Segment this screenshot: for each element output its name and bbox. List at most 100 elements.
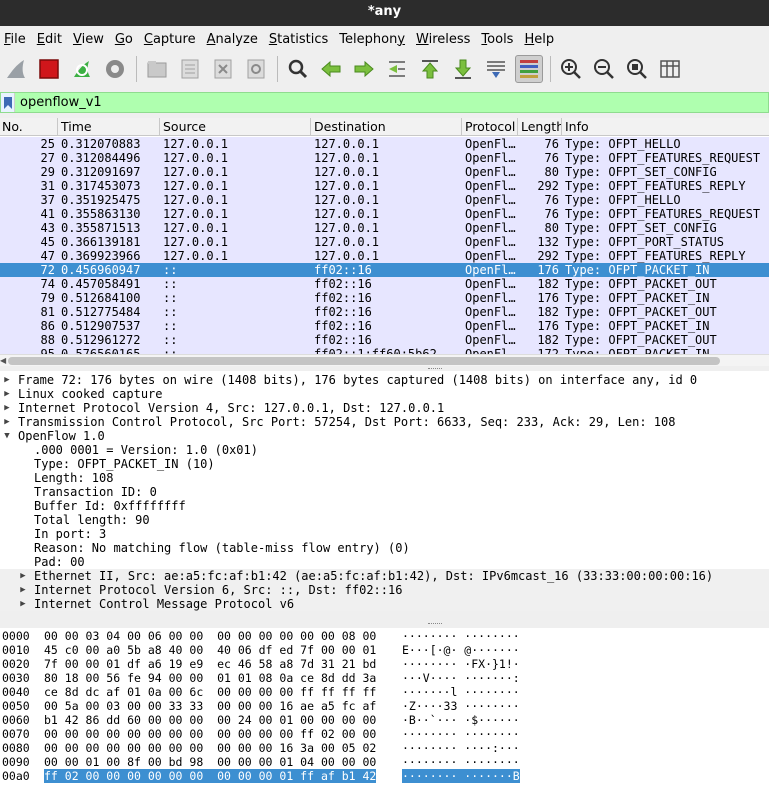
column-header-time[interactable]: Time — [58, 118, 160, 136]
menu-item[interactable]: Help — [520, 32, 558, 47]
save-file-button[interactable] — [176, 55, 204, 83]
hex-ascii[interactable]: ········ ·FX·}1!· — [402, 657, 520, 671]
detail-tree-item[interactable]: ▶ Frame 72: 176 bytes on wire (1408 bits)… — [0, 373, 769, 387]
menu-item[interactable]: View — [69, 32, 108, 47]
stop-capture-button[interactable] — [35, 55, 63, 83]
hscrollbar-thumb[interactable] — [8, 357, 720, 365]
column-header-info[interactable]: Info — [562, 118, 769, 136]
hex-row[interactable]: 0090 00 00 01 00 8f 00 bd 98 00 00 00 01 … — [0, 755, 769, 769]
packet-row[interactable]: 72 0.456960947:: ff02::16 OpenFl… 176 Type: O… — [0, 263, 769, 277]
detail-tree-item[interactable]: ▶ Linux cooked capture — [0, 387, 769, 401]
hex-row[interactable]: 0030 80 18 00 56 fe 94 00 00 01 01 08 0a … — [0, 671, 769, 685]
collapsed-arrow-icon[interactable]: ▶ — [18, 569, 28, 583]
detail-tree-item[interactable]: In port: 3 — [0, 527, 769, 541]
restart-capture-button[interactable] — [68, 55, 96, 83]
detail-tree-item[interactable]: Reason: No matching flow (table-miss flo… — [0, 541, 769, 555]
detail-tree-item[interactable]: Pad: 00 — [0, 555, 769, 569]
hex-row[interactable]: 0040 ce 8d dc af 01 0a 00 6c 00 00 00 00 … — [0, 685, 769, 699]
hex-ascii[interactable]: ·Z····33 ········ — [402, 699, 520, 713]
detail-tree-item[interactable]: Length: 108 — [0, 471, 769, 485]
display-filter-input[interactable] — [15, 95, 715, 110]
start-capture-button[interactable] — [2, 55, 30, 83]
hex-ascii[interactable]: ·······l ········ — [402, 685, 520, 699]
packet-row[interactable]: 41 0.355863130 127.0.0.1 127.0.0.1 OpenFl… 76… — [0, 207, 769, 221]
column-header-source[interactable]: Source — [160, 118, 311, 136]
packet-row[interactable]: 43 0.355871513 127.0.0.1 127.0.0.1 OpenFl… 80… — [0, 221, 769, 235]
pane-splitter[interactable] — [0, 621, 769, 626]
go-forward-button[interactable] — [350, 55, 378, 83]
packet-row[interactable]: 74 0.457058491:: ff02::16 OpenFl… 182 Type: O… — [0, 277, 769, 291]
zoom-out-button[interactable] — [590, 55, 618, 83]
column-header-length[interactable]: Length — [518, 118, 562, 136]
hex-ascii[interactable]: ········ ····:··· — [402, 741, 520, 755]
open-file-button[interactable] — [143, 55, 171, 83]
menu-item[interactable]: Capture — [140, 32, 200, 47]
detail-tree-item[interactable]: Total length: 90 — [0, 513, 769, 527]
menu-item[interactable]: File — [0, 32, 30, 47]
packet-row[interactable]: 86 0.512907537:: ff02::16 OpenFl… 176 Type: O… — [0, 319, 769, 333]
detail-tree-item[interactable]: ▶ Internet Protocol Version 6, Src: ::, D… — [0, 583, 769, 597]
packet-row[interactable]: 45 0.366139181 127.0.0.1 127.0.0.1 OpenFl… 13… — [0, 235, 769, 249]
menu-item[interactable]: Tools — [477, 32, 517, 47]
hex-bytes[interactable]: 45 c0 00 a0 5b a8 40 00 40 06 df ed 7f 0… — [44, 643, 384, 657]
scroll-left-icon[interactable]: ◀ — [0, 355, 8, 366]
capture-options-button[interactable] — [101, 55, 129, 83]
packet-row[interactable]: 81 0.512775484:: ff02::16 OpenFl… 182 Type: O… — [0, 305, 769, 319]
hex-bytes[interactable]: 00 00 03 04 00 06 00 00 00 00 00 00 00 0… — [44, 629, 384, 643]
column-header-no[interactable]: No. — [0, 118, 58, 136]
detail-tree-item[interactable]: ▶ Internet Protocol Version 4, Src: 127.0… — [0, 401, 769, 415]
resize-columns-button[interactable] — [656, 55, 684, 83]
menu-item[interactable]: Go — [111, 32, 137, 47]
detail-tree-item[interactable]: ▶ Internet Control Message Protocol v6 — [0, 597, 769, 611]
menu-item[interactable]: Wireless — [412, 32, 474, 47]
hex-bytes[interactable]: 00 00 01 00 8f 00 bd 98 00 00 00 01 04 0… — [44, 755, 384, 769]
zoom-in-button[interactable] — [557, 55, 585, 83]
packet-row[interactable]: 37 0.351925475 127.0.0.1 127.0.0.1 OpenFl… 76… — [0, 193, 769, 207]
filter-bookmark-button[interactable] — [1, 93, 15, 112]
menu-item[interactable]: Statistics — [265, 32, 332, 47]
close-file-button[interactable] — [209, 55, 237, 83]
hex-bytes[interactable]: 7f 00 00 01 df a6 19 e9 ec 46 58 a8 7d 3… — [44, 657, 384, 671]
find-packet-button[interactable] — [284, 55, 312, 83]
hex-bytes[interactable]: 80 18 00 56 fe 94 00 00 01 01 08 0a ce 8… — [44, 671, 384, 685]
packet-row[interactable]: 31 0.317453073 127.0.0.1 127.0.0.1 OpenFl… 29… — [0, 179, 769, 193]
menu-item[interactable]: Telephony — [335, 32, 409, 47]
detail-tree-item[interactable]: ▼ OpenFlow 1.0 — [0, 429, 769, 443]
packet-row[interactable]: 27 0.312084496 127.0.0.1 127.0.0.1 OpenFl… 76… — [0, 151, 769, 165]
autoscroll-button[interactable] — [482, 55, 510, 83]
collapsed-arrow-icon[interactable]: ▶ — [2, 401, 12, 415]
packet-list-hscrollbar[interactable]: ◀ — [0, 354, 769, 366]
hex-bytes[interactable]: 00 00 00 00 00 00 00 00 00 00 00 16 3a 0… — [44, 741, 384, 755]
hex-bytes[interactable]: 00 5a 00 03 00 00 33 33 00 00 00 16 ae a… — [44, 699, 384, 713]
hex-bytes[interactable]: ff 02 00 00 00 00 00 00 00 00 00 01 ff a… — [44, 769, 377, 783]
last-packet-button[interactable] — [449, 55, 477, 83]
hex-row[interactable]: 0050 00 5a 00 03 00 00 33 33 00 00 00 16 … — [0, 699, 769, 713]
collapsed-arrow-icon[interactable]: ▶ — [18, 597, 28, 611]
collapsed-arrow-icon[interactable]: ▶ — [2, 387, 12, 401]
first-packet-button[interactable] — [416, 55, 444, 83]
hex-bytes[interactable]: ce 8d dc af 01 0a 00 6c 00 00 00 00 ff f… — [44, 685, 384, 699]
detail-tree-item[interactable]: ▶ Ethernet II, Src: ae:a5:fc:af:b1:42 (ae… — [0, 569, 769, 583]
hex-row[interactable]: 0080 00 00 00 00 00 00 00 00 00 00 00 16 … — [0, 741, 769, 755]
detail-tree-item[interactable]: Type: OFPT_PACKET_IN (10) — [0, 457, 769, 471]
packet-row[interactable]: 29 0.312091697 127.0.0.1 127.0.0.1 OpenFl… 80… — [0, 165, 769, 179]
go-back-button[interactable] — [317, 55, 345, 83]
hex-ascii[interactable]: ···V···· ·······: — [402, 671, 520, 685]
packet-details[interactable]: ▶ Frame 72: 176 bytes on wire (1408 bits)… — [0, 371, 769, 611]
hex-row[interactable]: 0020 7f 00 00 01 df a6 19 e9 ec 46 58 a8 … — [0, 657, 769, 671]
hex-ascii[interactable]: ·B··`··· ·$······ — [402, 713, 520, 727]
menu-item[interactable]: Edit — [33, 32, 66, 47]
hex-ascii[interactable]: ········ ········ — [402, 727, 520, 741]
hex-row[interactable]: 0010 45 c0 00 a0 5b a8 40 00 40 06 df ed … — [0, 643, 769, 657]
detail-tree-item[interactable]: ▶ Transmission Control Protocol, Src Port… — [0, 415, 769, 429]
collapsed-arrow-icon[interactable]: ▶ — [18, 583, 28, 597]
column-header-destination[interactable]: Destination — [311, 118, 462, 136]
packet-row[interactable]: 47 0.369923966 127.0.0.1 127.0.0.1 OpenFl… 29… — [0, 249, 769, 263]
go-to-packet-button[interactable] — [383, 55, 411, 83]
hex-row[interactable]: 0060 b1 42 86 dd 60 00 00 00 00 24 00 01 … — [0, 713, 769, 727]
hex-ascii[interactable]: ········ ········ — [402, 755, 520, 769]
hex-ascii[interactable]: E···[·@· @······· — [402, 643, 520, 657]
normal-size-button[interactable] — [623, 55, 651, 83]
colorize-button[interactable] — [515, 55, 543, 83]
hex-bytes[interactable]: 00 00 00 00 00 00 00 00 00 00 00 00 ff 0… — [44, 727, 384, 741]
